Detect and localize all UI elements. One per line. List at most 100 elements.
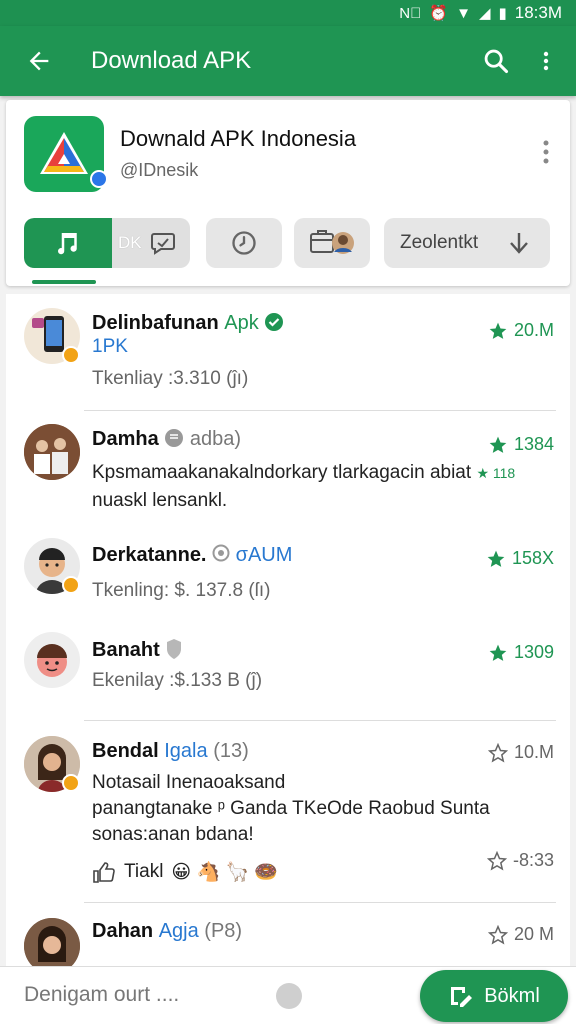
nfc-icon: N⃠: [399, 4, 422, 22]
comment-input[interactable]: Denigam ourt ....: [24, 983, 179, 1007]
page-title: Download APK: [91, 47, 252, 74]
item-rating: 1309: [488, 642, 554, 663]
back-button[interactable]: [22, 44, 56, 78]
item-title: Derkatanne. σAUM: [92, 544, 292, 567]
item-rating-value: 1309: [513, 642, 554, 662]
item-description-text: Kpsmamaakanakalndorkary tlarkagacin abia…: [92, 462, 472, 483]
item-title: Bendal Igala (13): [92, 740, 249, 763]
star-outline-icon: [486, 850, 507, 870]
item-description-line2: panangtanake ᵖ Ganda TKeOde Raobud Sunta: [92, 798, 490, 819]
more-options-button[interactable]: [526, 41, 566, 81]
item-name-suffix: adba): [189, 428, 241, 450]
item-rating: 20.M: [488, 320, 554, 341]
app-list: Delinbafunan Apk 1PK Tkenliay :3.310 (ĵı…: [6, 294, 570, 966]
star-icon: [489, 322, 507, 339]
item-meta: Tkenliay :3.310 (ĵı): [92, 368, 249, 389]
star-icon: [489, 436, 507, 453]
music-tab-highlight: [24, 218, 112, 268]
verified-check-icon: [265, 313, 284, 331]
item-reaction-emojis: 😀 🐴 🦙 🍩: [171, 862, 279, 883]
battery-icon: ▮: [498, 5, 507, 22]
tab-main-label: DK: [118, 233, 142, 252]
item-rating: 20 M: [487, 924, 554, 945]
arrow-down-icon: [510, 233, 528, 254]
item-action-label[interactable]: Tiakl: [124, 861, 163, 883]
item-name: Bendal: [92, 740, 159, 762]
status-bar: N⃠ ⏰ ▼ ◢ ▮ 18:3M: [0, 0, 576, 26]
download-fab-button[interactable]: Bökml: [420, 970, 568, 1022]
list-item[interactable]: Dahan Agja (P8) 20 M: [6, 902, 570, 966]
app-bar: Download APK: [0, 26, 576, 96]
item-title: Damha adba): [92, 428, 241, 451]
item-meta: Tkenling: $. 137.8 (ſı): [92, 580, 271, 601]
item-reaction-row: Tiakl 😀 🐴 🦙 🍩: [92, 860, 278, 884]
item-rating-secondary-value: -8:33: [512, 850, 554, 870]
app-logo: [24, 116, 108, 192]
app-header-card: Downald APK Indonesia @IDnesik DK Zeolen…: [6, 100, 570, 286]
item-name-count: (13): [213, 740, 249, 762]
avatar-badge: [62, 576, 80, 594]
star-icon: [489, 644, 507, 661]
list-item[interactable]: Damha adba) Kpsmamaakanakalndorkary tlar…: [6, 410, 570, 528]
item-description: Kpsmamaakanakalndorkary tlarkagacin abia…: [92, 462, 515, 484]
item-rating: 158X: [486, 548, 554, 569]
alarm-icon: ⏰: [429, 5, 449, 22]
avatar: [24, 918, 80, 966]
arrow-left-icon: [29, 51, 49, 71]
list-item[interactable]: Bendal Igala (13) Notasail Inenaoaksand …: [6, 720, 570, 900]
edit-send-icon: [451, 987, 473, 1007]
tab-history[interactable]: [206, 218, 282, 268]
item-rating-value: 158X: [511, 548, 554, 568]
item-name-suffix: Apk: [224, 312, 259, 334]
list-item[interactable]: Derkatanne. σAUM Tkenling: $. 137.8 (ſı)…: [6, 528, 570, 622]
item-name-suffix: σAUM: [235, 544, 293, 566]
item-name: Damha: [92, 428, 159, 450]
item-rating-value: 20 M: [513, 924, 554, 944]
thumbs-up-icon[interactable]: [92, 861, 116, 883]
item-rating-value: 20.M: [513, 320, 554, 340]
item-name-count: (P8): [204, 920, 243, 942]
item-meta: Ekenilay :$.133 B (ĵ): [92, 670, 263, 691]
star-outline-icon: [487, 924, 508, 944]
list-item[interactable]: Banaht Ekenilay :$.133 B (ĵ) 1309: [6, 622, 570, 720]
avatar-badge: [62, 346, 80, 364]
active-tab-indicator: [32, 280, 96, 284]
chat-bubble-icon: [150, 233, 175, 255]
list-item[interactable]: Delinbafunan Apk 1PK Tkenliay :3.310 (ĵı…: [6, 294, 570, 410]
woman-photo-icon: [24, 918, 80, 966]
shield-icon: [167, 639, 182, 659]
tab-music[interactable]: DK: [24, 218, 190, 268]
app-name: Downald APK Indonesia: [120, 126, 357, 151]
fab-label: Bökml: [484, 984, 540, 1007]
item-description-line3: sonas:anan bdana!: [92, 824, 254, 845]
verified-badge: [90, 170, 108, 188]
item-name-suffix: Agja: [158, 920, 199, 942]
search-button[interactable]: [476, 41, 516, 81]
signal-icon: ◢: [478, 5, 491, 22]
star-icon: [487, 550, 505, 567]
item-name: Delinbafunan: [92, 312, 219, 334]
avatar: [24, 632, 80, 688]
app-handle: @IDnesik: [120, 160, 199, 180]
item-description: Notasail Inenaoaksand: [92, 772, 286, 793]
wifi-icon: ▼: [456, 4, 471, 22]
item-name-suffix: Igala: [164, 740, 208, 762]
item-rating-value: 10.M: [513, 742, 554, 762]
item-title: Dahan Agja (P8): [92, 920, 242, 943]
item-description-line2: nuaskl lensankl.: [92, 490, 228, 511]
item-description-badge: ★ 118: [476, 465, 516, 481]
tab-gallery[interactable]: [294, 218, 370, 268]
item-title: Delinbafunan Apk: [92, 312, 284, 335]
item-name: Banaht: [92, 639, 160, 661]
avatar: [24, 424, 80, 480]
item-rating-secondary: -8:33: [486, 850, 554, 871]
status-time: 18:3M: [514, 3, 562, 22]
avatar-badge: [62, 774, 80, 792]
header-more-button[interactable]: [534, 136, 558, 168]
item-rating: 10.M: [487, 742, 554, 763]
tab-search-download[interactable]: Zeolentkt: [384, 218, 550, 268]
more-vert-icon: [543, 51, 549, 71]
more-vert-icon: [543, 140, 549, 164]
item-rating: 1384: [488, 434, 554, 455]
chat-bubble-icon: [165, 429, 184, 447]
